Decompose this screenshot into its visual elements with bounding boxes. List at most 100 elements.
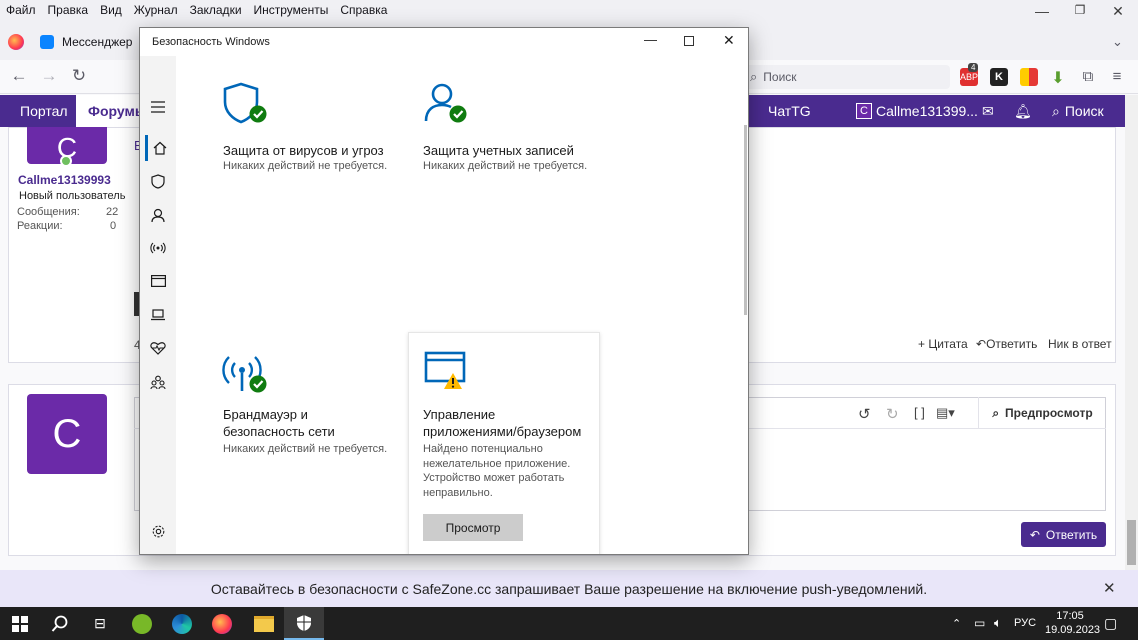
push-notice-text: Оставайтесь в безопасности с SafeZone.cc… xyxy=(210,580,928,597)
app-browser-control-icon[interactable] xyxy=(145,268,171,294)
nav-search-icon: ⌕ xyxy=(1052,102,1060,119)
nav-user[interactable]: C Callme131399... xyxy=(856,95,978,127)
settings-gear-icon[interactable] xyxy=(145,518,171,544)
security-minimize-icon[interactable]: — xyxy=(644,32,657,47)
security-maximize-icon[interactable] xyxy=(684,36,694,46)
extensions-icon[interactable]: ⧉ xyxy=(1079,68,1097,86)
device-security-icon[interactable] xyxy=(145,302,171,328)
nav-user-label: Callme131399... xyxy=(876,103,978,119)
bookmark-extension-icon[interactable] xyxy=(1020,68,1038,86)
browser-close-icon[interactable]: ✕ xyxy=(1098,3,1138,20)
nav-chat-label: ЧатTG xyxy=(768,103,811,119)
account-person-icon xyxy=(424,83,467,123)
nav-search[interactable]: ⌕ Поиск xyxy=(1052,95,1104,127)
redo-icon[interactable]: ↻ xyxy=(886,405,899,423)
windows-security-taskbar-icon[interactable] xyxy=(284,607,324,640)
download-extension-icon[interactable]: ⬇ xyxy=(1049,68,1067,87)
taskbar-clock[interactable]: 17:05 19.09.2023 xyxy=(1045,609,1100,637)
fullscreen-icon[interactable]: [ ] xyxy=(914,405,925,420)
tile-account-title: Защита учетных записей xyxy=(423,143,574,158)
edge-icon[interactable] xyxy=(162,607,202,640)
clock-time: 17:05 xyxy=(1056,610,1084,622)
vk-icon[interactable]: K xyxy=(990,68,1008,86)
online-indicator xyxy=(60,155,72,167)
preview-button-label: Предпросмотр xyxy=(1005,406,1093,420)
search-box[interactable]: ⌕ Поиск xyxy=(744,65,950,89)
menu-view[interactable]: Вид xyxy=(94,3,128,17)
post-username[interactable]: Callme13139993 xyxy=(18,173,111,187)
submit-arrow-icon: ↶ xyxy=(1029,527,1040,542)
tile-app-title: Управление приложениями/браузером xyxy=(423,406,603,440)
menu-file[interactable]: Файл xyxy=(0,3,42,17)
submit-reply-button[interactable]: ↶ Ответить xyxy=(1021,522,1106,547)
menu-bookmarks[interactable]: Закладки xyxy=(184,3,248,17)
tile-account-protection[interactable]: Защита учетных записей Никаких действий … xyxy=(418,78,618,178)
file-explorer-icon[interactable] xyxy=(244,607,284,640)
view-details-button[interactable]: Просмотр xyxy=(423,514,523,541)
tile-app-status-line4: неправильно. xyxy=(423,486,493,499)
browser-minimize-icon[interactable]: — xyxy=(1022,3,1062,19)
notifications-icon[interactable]: ▢ xyxy=(1104,615,1117,632)
security-close-icon[interactable]: ✕ xyxy=(723,32,735,49)
browser-menubar: Файл Правка Вид Журнал Закладки Инструме… xyxy=(0,0,1138,20)
firewall-network-icon[interactable] xyxy=(145,235,171,261)
back-icon[interactable]: ← xyxy=(6,66,32,86)
taskbar: ⊟ ⌃ ▭ 🔈︎ РУС 17:05 19.09.2023 ▢ xyxy=(0,607,1138,640)
tile-app-status-line2: нежелательное приложение. xyxy=(423,457,571,470)
undo-icon[interactable]: ↺ xyxy=(858,405,871,423)
firefox-taskbar-icon[interactable] xyxy=(202,607,242,640)
mail-icon[interactable]: ✉ xyxy=(982,95,994,127)
page-scrollbar-thumb[interactable] xyxy=(1127,520,1136,565)
forward-icon[interactable]: → xyxy=(36,66,62,86)
network-icon[interactable]: ▭ xyxy=(974,616,985,630)
preview-button[interactable]: ⌕ Предпросмотр xyxy=(978,397,1106,429)
tab-messenger-label: Мессенджер xyxy=(62,35,133,49)
browser-restore-icon[interactable]: ❐ xyxy=(1060,3,1100,17)
task-view-icon[interactable]: ⊟ xyxy=(80,607,120,640)
security-scrollbar[interactable] xyxy=(744,125,747,315)
nav-portal-label: Портал xyxy=(20,103,68,119)
push-notification-bar: Оставайтесь в безопасности с SafeZone.cc… xyxy=(0,570,1138,607)
reactions-label: Реакции: xyxy=(17,220,63,232)
tile-firewall[interactable]: Брандмауэр и безопасность сети Никаких д… xyxy=(218,346,418,466)
nick-reply-link[interactable]: Ник в ответ xyxy=(1048,337,1112,351)
menu-history[interactable]: Журнал xyxy=(128,3,184,17)
page-scrollbar[interactable] xyxy=(1125,95,1138,570)
reply-arrow-icon: ↶ xyxy=(976,337,987,351)
security-titlebar[interactable]: Безопасность Windows — ✕ xyxy=(140,28,748,56)
family-options-icon[interactable] xyxy=(145,369,171,395)
tile-app-status: Найдено потенциально нежелательное прило… xyxy=(423,442,603,500)
volume-icon[interactable]: 🔈︎ xyxy=(994,615,1002,631)
account-protection-icon[interactable] xyxy=(145,202,171,228)
quote-button[interactable]: + Цитата xyxy=(918,337,968,351)
tile-virus-protection[interactable]: Защита от вирусов и угроз Никаких действ… xyxy=(218,78,398,178)
tab-list-chevron-icon[interactable]: ⌄ xyxy=(1112,34,1123,50)
tile-account-status: Никаких действий не требуется. xyxy=(423,160,588,172)
start-icon[interactable] xyxy=(0,607,40,640)
nav-portal[interactable]: Портал xyxy=(20,95,68,127)
reload-icon[interactable]: ↻ xyxy=(66,66,92,86)
messages-label: Сообщения: xyxy=(17,206,80,218)
tab-messenger[interactable]: Мессенджер xyxy=(40,26,132,58)
language-indicator[interactable]: РУС xyxy=(1014,617,1036,629)
reply-link[interactable]: ↶Ответить xyxy=(976,337,1037,351)
menu-tools[interactable]: Инструменты xyxy=(248,3,335,17)
nav-chat[interactable]: ЧатTG xyxy=(768,95,811,127)
firefox-view-icon[interactable] xyxy=(8,34,24,50)
taskbar-search-icon[interactable] xyxy=(40,607,80,640)
utorrent-icon[interactable] xyxy=(122,607,162,640)
home-icon[interactable] xyxy=(145,135,171,161)
editor-avatar: C xyxy=(27,394,107,474)
hamburger-menu-icon[interactable] xyxy=(145,94,171,120)
virus-protection-shield-icon[interactable] xyxy=(145,168,171,194)
bell-icon[interactable]: 🔔︎ xyxy=(1014,95,1032,127)
device-health-heart-icon[interactable] xyxy=(145,335,171,361)
reply-link-label: Ответить xyxy=(986,337,1038,351)
menu-help[interactable]: Справка xyxy=(334,3,393,17)
push-close-icon[interactable]: ✕ xyxy=(1103,579,1116,597)
save-draft-icon[interactable]: ▤▾ xyxy=(936,405,955,421)
search-icon: ⌕ xyxy=(750,69,758,84)
menu-edit[interactable]: Правка xyxy=(42,3,95,17)
app-menu-icon[interactable]: ≡ xyxy=(1108,68,1126,86)
tray-overflow-icon[interactable]: ⌃ xyxy=(952,617,961,630)
